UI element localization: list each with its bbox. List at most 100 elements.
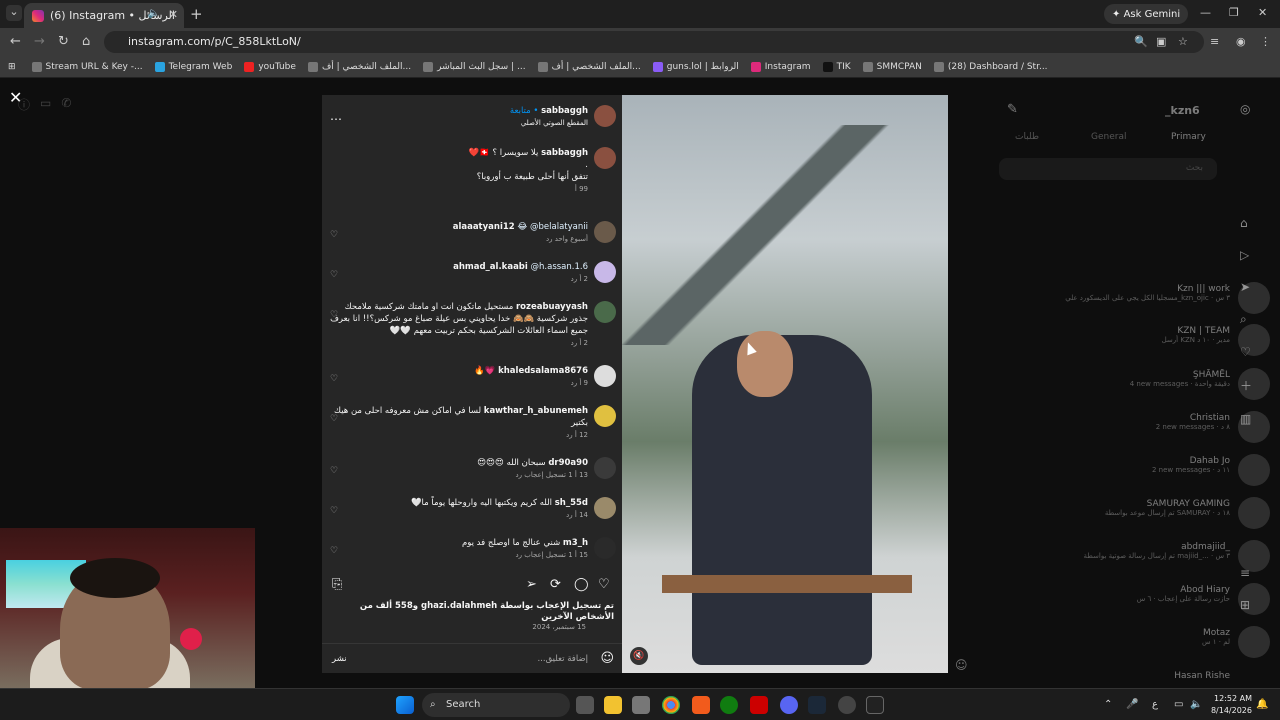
restore-icon[interactable]: ❐ <box>1229 6 1239 19</box>
comment-icon[interactable]: ◯ <box>574 577 589 592</box>
avatar[interactable] <box>594 365 616 387</box>
tab-primary[interactable]: Primary <box>1171 132 1206 142</box>
avatar[interactable] <box>594 457 616 479</box>
comment-username[interactable]: m3_h <box>563 538 588 548</box>
mic-icon[interactable]: 🎤 <box>1126 699 1138 710</box>
speaker-icon[interactable]: 🔈 <box>148 8 160 19</box>
tab-list-button[interactable]: ⌄ <box>6 5 22 21</box>
phone-icon[interactable]: ✆ <box>61 96 71 113</box>
like-comment-icon[interactable]: ♡ <box>330 309 338 321</box>
emoji-reaction-icon[interactable]: ☺ <box>955 658 968 672</box>
avatar[interactable] <box>594 221 616 243</box>
home-nav-icon[interactable]: ⌂ <box>1240 216 1256 230</box>
search-nav-icon[interactable]: ⌕ <box>1240 312 1256 327</box>
url-field[interactable]: instagram.com/p/C_858LktLoN/ <box>104 31 1204 53</box>
ask-gemini-button[interactable]: ✦ Ask Gemini <box>1104 4 1189 24</box>
taskbar-search[interactable]: ⌕ Search <box>422 693 570 717</box>
post-comment-button[interactable]: نشر <box>332 654 347 664</box>
comment-username[interactable]: kawthar_h_abunemeh <box>484 406 588 416</box>
new-message-icon[interactable]: ✎ <box>1007 102 1018 117</box>
bookmark-3[interactable]: الملف الشخصي | أف... <box>307 61 411 72</box>
like-comment-icon[interactable]: ♡ <box>330 269 338 281</box>
conversation-item[interactable]: Dahab Jo 2 new messages · ١١ د <box>1000 454 1270 486</box>
windows-start-icon[interactable] <box>396 696 414 714</box>
bookmark-10[interactable]: (28) Dashboard / Str... <box>933 61 1048 72</box>
tab-general[interactable]: General <box>1091 132 1126 142</box>
conversation-item[interactable]: abdmajiid_ تم إرسال رسالة صوتية بواسطة ma… <box>1000 540 1270 572</box>
avatar[interactable] <box>594 405 616 427</box>
comment-username[interactable]: ahmad_al.kaabi <box>453 262 528 272</box>
share-icon[interactable]: ➢ <box>526 577 537 592</box>
conversation-item[interactable]: KZN | TEAM أرسل KZN مدير · ١٠ د <box>1000 324 1270 356</box>
new-tab-button[interactable]: + <box>190 5 203 23</box>
like-icon[interactable]: ♡ <box>598 577 610 592</box>
conversation-item[interactable]: SAMURAY GAMING تم إرسال موعد بواسطة SAMUR… <box>1000 497 1270 529</box>
tab-instagram[interactable]: (6) Instagram • الرسائل 🔈 ✕ <box>24 3 184 28</box>
bookmark-1[interactable]: Telegram Web <box>154 61 232 72</box>
apps-icon[interactable]: ⊞ <box>8 62 16 72</box>
reels-icon[interactable]: ▷ <box>1240 248 1256 262</box>
more-menu-icon[interactable]: ≡ <box>1240 566 1256 580</box>
bookmark-6[interactable]: guns.lol | الروابط <box>652 61 739 72</box>
reading-list-icon[interactable]: ≡ <box>1210 35 1219 48</box>
like-comment-icon[interactable]: ♡ <box>330 413 338 425</box>
bookmark-7[interactable]: Instagram <box>750 61 811 72</box>
add-comment-input[interactable]: إضافة تعليق... <box>537 654 588 664</box>
store-icon[interactable] <box>632 696 650 714</box>
epic-games-icon[interactable] <box>866 696 884 714</box>
bookmark-9[interactable]: SMMCPAN <box>862 61 922 72</box>
like-comment-icon[interactable]: ♡ <box>330 505 338 517</box>
save-icon[interactable]: ⎘ <box>332 577 342 592</box>
like-comment-icon[interactable]: ♡ <box>330 465 338 477</box>
conversation-item[interactable]: Motaz لم · ١ س <box>1000 626 1270 658</box>
comment-username[interactable]: khaledsalama8676 <box>498 366 588 376</box>
video-call-icon[interactable]: ▭ <box>40 96 51 113</box>
menu-icon[interactable]: ⋮ <box>1260 35 1271 48</box>
author-username[interactable]: sabbaggh <box>541 106 588 116</box>
bookmark-2[interactable]: youTube <box>244 61 296 72</box>
steam-icon[interactable] <box>808 696 826 714</box>
avatar[interactable] <box>594 301 616 323</box>
obs-icon[interactable] <box>838 696 856 714</box>
conversation-item[interactable]: ŞHĀMĒL 4 new messages · دقيقة واحدة <box>1000 368 1270 400</box>
home-icon[interactable]: ⌂ <box>82 34 90 49</box>
audio-label[interactable]: المقطع الصوتي الأصلي <box>328 117 588 129</box>
profile-avatar[interactable]: ◉ <box>1236 35 1246 48</box>
conversation-item[interactable]: Christian 2 new messages · ٨ د <box>1000 411 1270 443</box>
close-window-icon[interactable]: ✕ <box>1258 6 1267 19</box>
language-icon[interactable]: ع <box>1152 699 1158 710</box>
also-from-meta-icon[interactable]: ⊞ <box>1240 598 1256 612</box>
network-icon[interactable]: ▭ <box>1174 699 1183 710</box>
conversation-item[interactable]: Abod Hiary حازت رسالة على إعجاب · ٦ س <box>1000 583 1270 615</box>
comment-username[interactable]: alaaatyani12 <box>453 222 515 232</box>
cast-icon[interactable]: ▣ <box>1156 35 1166 48</box>
reload-icon[interactable]: ↻ <box>58 34 69 49</box>
direct-icon[interactable]: ➤ <box>1240 280 1256 294</box>
like-comment-icon[interactable]: ♡ <box>330 229 338 241</box>
bookmark-8[interactable]: TIK <box>822 61 851 72</box>
dashboard-icon[interactable]: ▥ <box>1240 412 1256 426</box>
caption-avatar[interactable] <box>594 147 616 169</box>
back-icon[interactable]: ← <box>10 34 21 49</box>
author-avatar[interactable] <box>594 105 616 127</box>
dm-search-input[interactable]: بحث <box>999 158 1217 180</box>
tray-chevron-icon[interactable]: ⌃ <box>1104 699 1112 710</box>
bookmark-0[interactable]: Stream URL & Key -... <box>31 61 143 72</box>
notification-icon[interactable]: 🔔 <box>1256 699 1268 710</box>
task-view-icon[interactable] <box>576 696 594 714</box>
emoji-icon[interactable]: ☺ <box>600 651 614 666</box>
forward-icon[interactable]: → <box>34 34 45 49</box>
conversation-item[interactable]: Hasan Rishe <box>1000 671 1230 681</box>
comment-username[interactable]: rozeabuayyash <box>516 302 588 312</box>
create-icon[interactable]: ＋ <box>1240 377 1256 394</box>
post-photo[interactable]: 🔇 <box>622 95 948 673</box>
bookmark-5[interactable]: الملف الشخصي | أف... <box>537 61 641 72</box>
follow-button[interactable]: متابعة <box>510 106 531 116</box>
brave-icon[interactable] <box>692 696 710 714</box>
avatar[interactable] <box>594 261 616 283</box>
discord-icon[interactable] <box>780 696 798 714</box>
bookmark-star-icon[interactable]: ☆ <box>1178 35 1188 48</box>
bookmark-4[interactable]: سجل البث المباشر | ... <box>423 61 526 72</box>
instagram-logo-icon[interactable]: ◎ <box>1240 102 1256 116</box>
chrome-icon[interactable] <box>662 696 680 714</box>
